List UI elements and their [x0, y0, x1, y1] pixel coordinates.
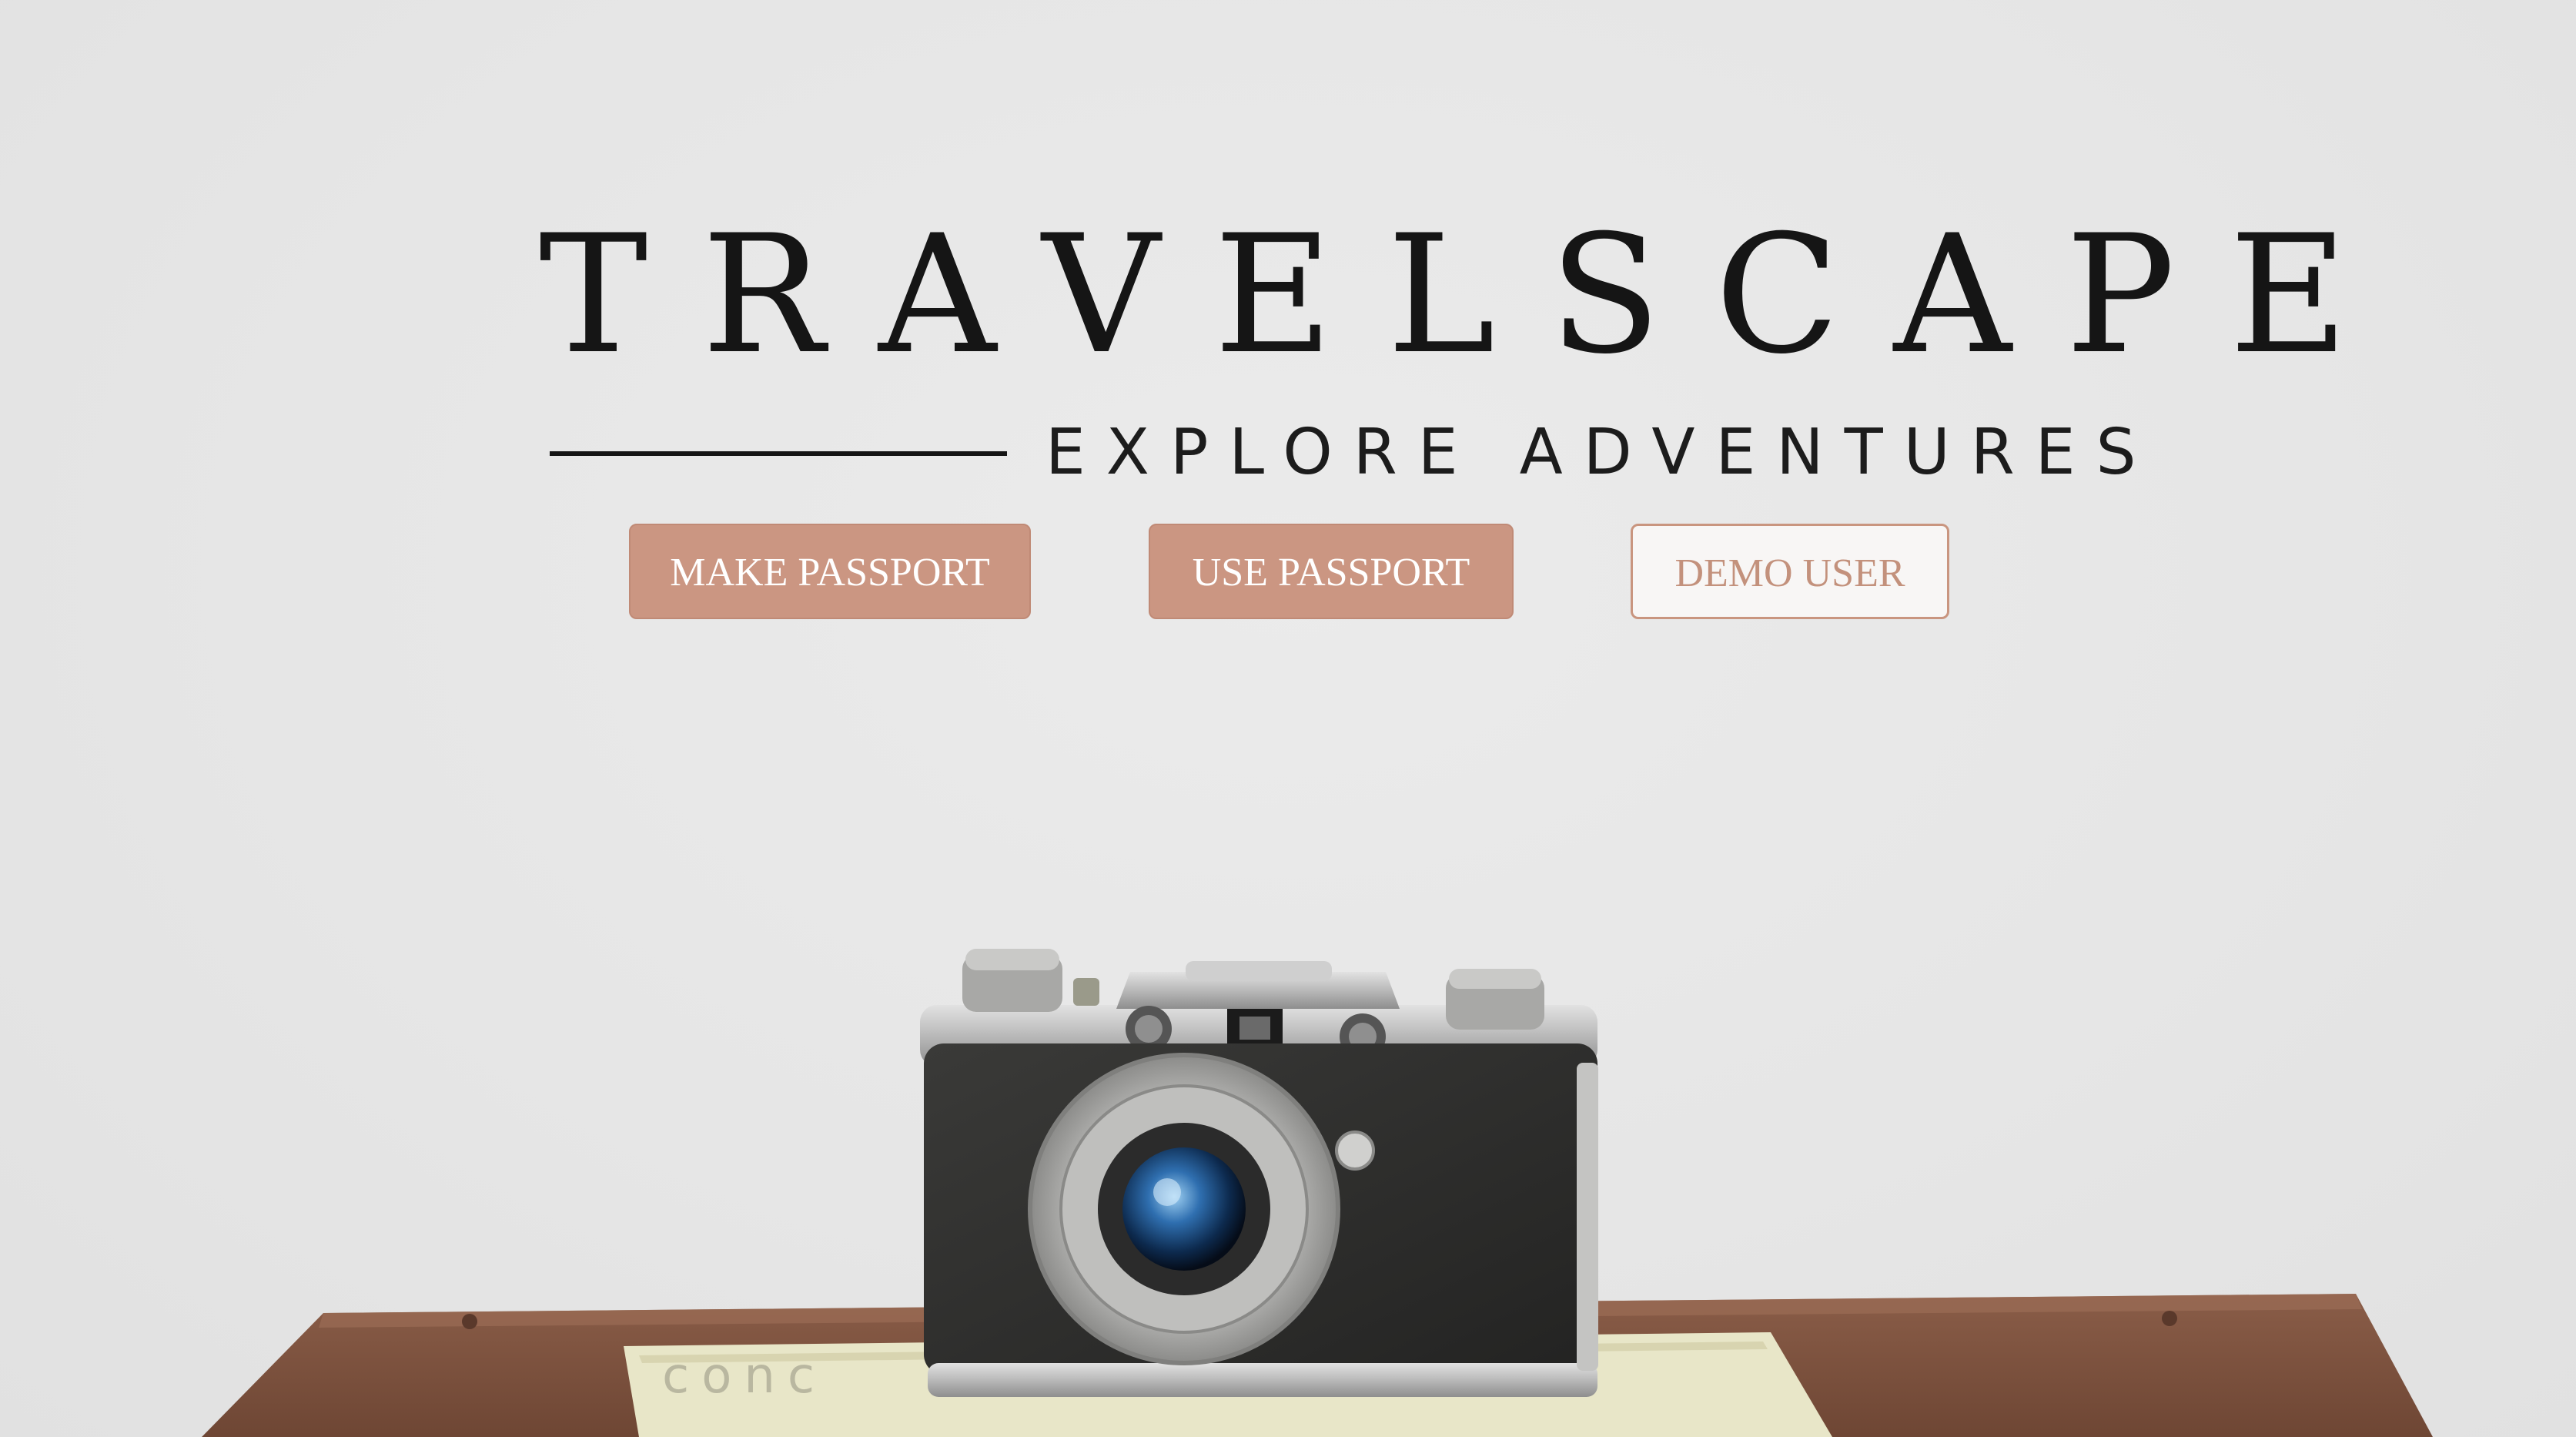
- use-passport-button[interactable]: USE PASSPORT: [1149, 524, 1514, 619]
- svg-text:conc: conc: [662, 1348, 827, 1405]
- tagline-divider: [550, 451, 1007, 456]
- brand-title: TRAVELSCAPE: [539, 199, 2403, 390]
- make-passport-button[interactable]: MAKE PASSPORT: [629, 524, 1031, 619]
- brand-tagline: EXPLORE ADVENTURES: [1045, 416, 2157, 489]
- demo-user-button[interactable]: DEMO USER: [1631, 524, 1949, 619]
- hero-section: conc TRAVELSCAPE EXPLORE ADVENTURES MAKE…: [0, 0, 2576, 1437]
